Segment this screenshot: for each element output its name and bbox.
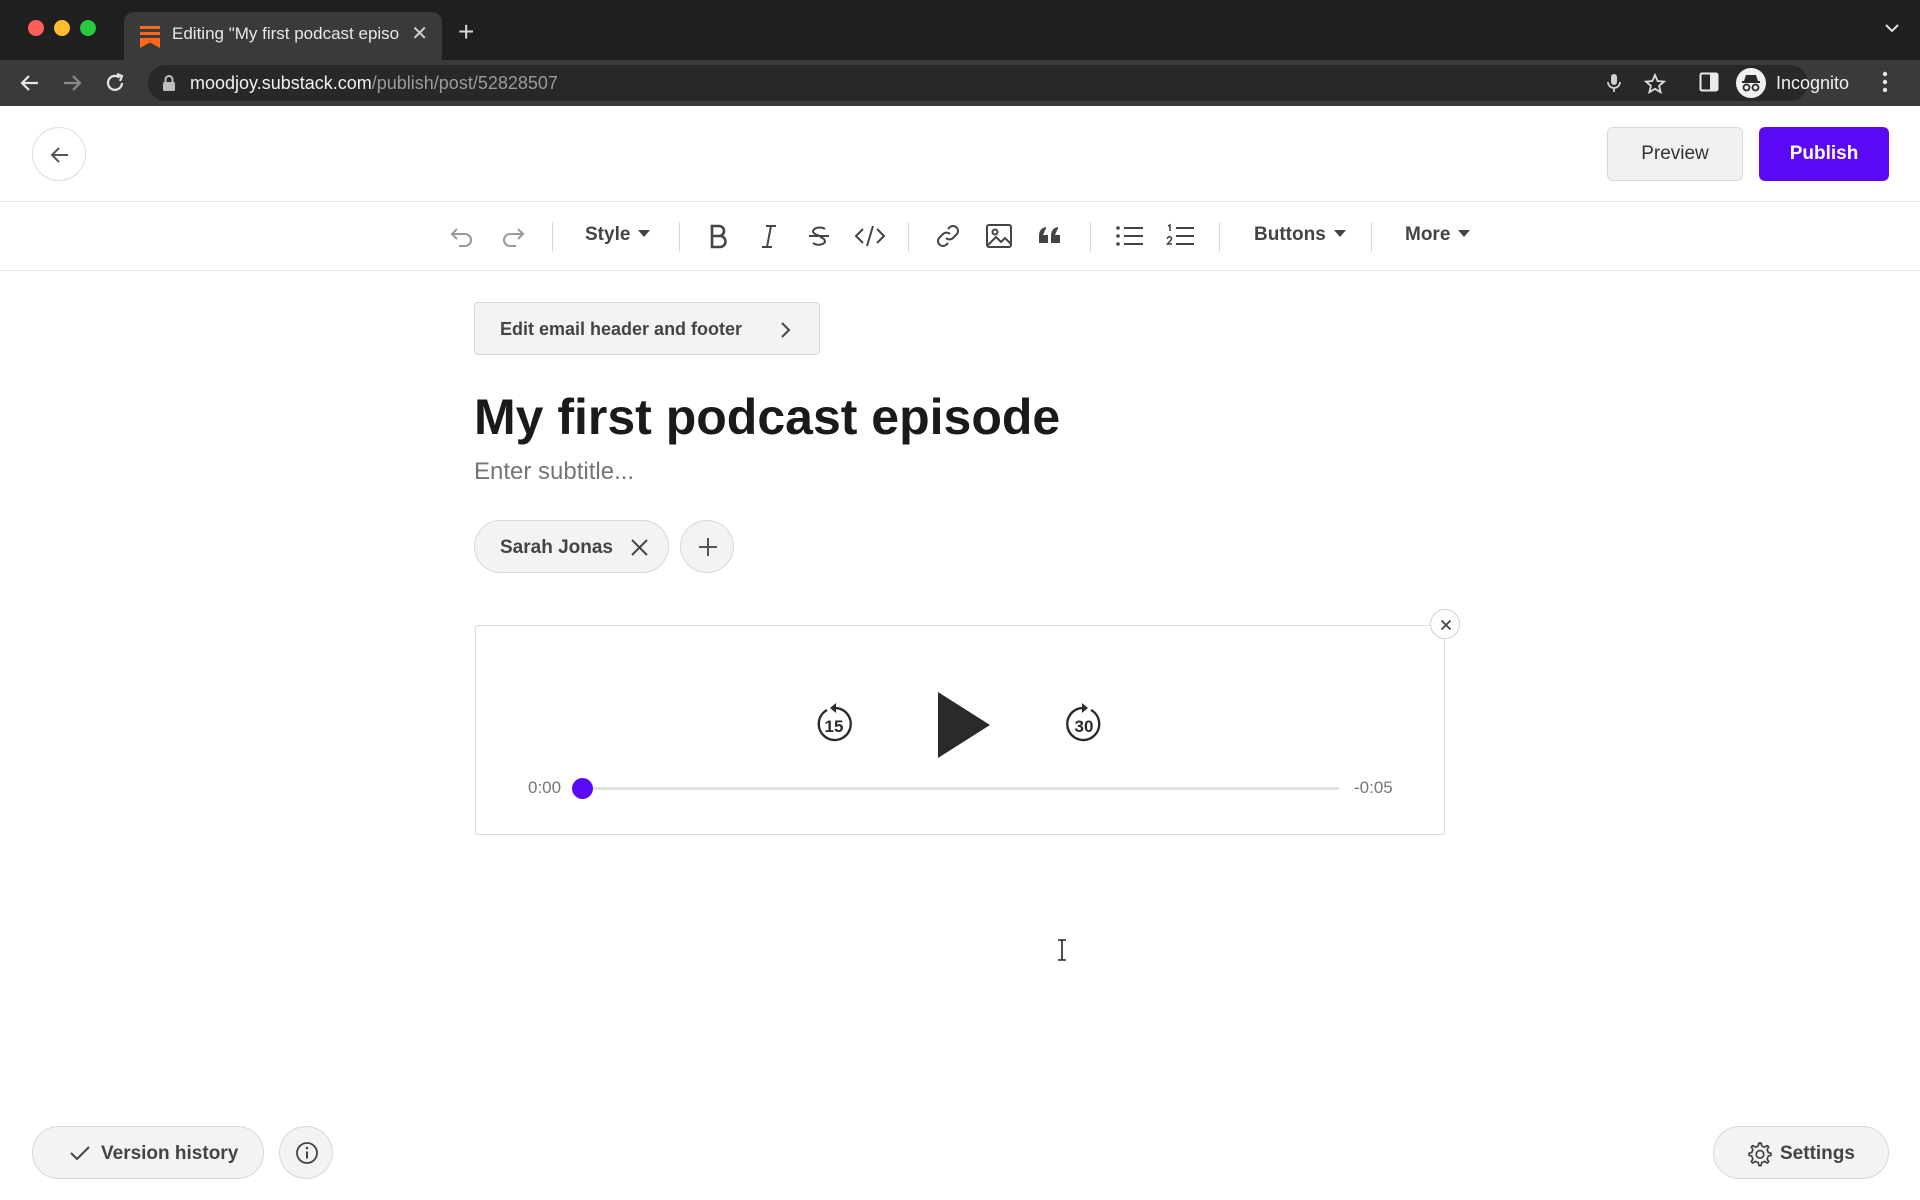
remaining-time: -0:05 [1354,778,1393,797]
back-button[interactable] [32,127,86,181]
substack-favicon-icon [140,26,160,48]
bulleted-list-icon [1116,226,1143,246]
tab-search-chevron-icon[interactable] [1884,22,1900,34]
back-arrow-icon[interactable] [18,71,42,95]
progress-track[interactable] [582,787,1339,790]
info-button[interactable] [279,1126,333,1179]
style-dropdown-label: Style [585,224,631,245]
text-cursor-icon [1058,939,1066,961]
add-author-button[interactable] [680,520,734,573]
undo-button[interactable] [448,222,476,250]
version-history-label: Version history [101,1143,239,1164]
italic-button[interactable] [755,222,783,250]
gear-icon [1748,1142,1772,1167]
image-button[interactable] [985,222,1013,250]
close-icon [1440,619,1452,631]
bookmark-star-icon[interactable] [1644,73,1666,95]
caret-down-icon [1333,230,1346,237]
numbered-list-button[interactable] [1166,222,1196,250]
forward-arrow-icon[interactable] [60,71,84,95]
redo-icon [503,228,525,247]
more-dropdown-label: More [1405,224,1451,245]
incognito-icon [1736,68,1766,98]
blockquote-button[interactable] [1036,222,1064,250]
code-button[interactable] [854,222,886,250]
info-icon [296,1142,318,1164]
minimize-window-button[interactable] [54,20,70,36]
preview-button[interactable]: Preview [1607,127,1743,181]
settings-button[interactable]: Settings [1713,1126,1889,1179]
lock-icon[interactable] [162,74,176,92]
redo-button[interactable] [499,222,527,250]
numbered-list-icon [1166,223,1194,245]
edit-email-header-footer-button[interactable]: Edit email header and footer [474,302,820,355]
buttons-dropdown[interactable]: Buttons [1254,224,1346,246]
author-chip[interactable]: Sarah Jonas [474,520,669,573]
current-time: 0:00 [528,778,562,797]
plus-icon [699,538,717,556]
toolbar-separator [552,222,553,252]
toolbar-divider [0,270,1920,271]
link-button[interactable] [934,222,962,250]
browser-menu-icon[interactable] [1882,70,1888,94]
header-divider [0,201,1920,202]
caret-down-icon [1458,230,1471,237]
close-window-button[interactable] [28,20,44,36]
publish-button[interactable]: Publish [1759,127,1889,181]
toolbar-separator [1090,222,1091,252]
side-panel-icon[interactable] [1699,72,1719,92]
link-icon [937,225,959,247]
more-dropdown[interactable]: More [1405,224,1471,246]
bold-icon [710,224,727,249]
strikethrough-button[interactable] [805,222,833,250]
url-field[interactable]: moodjoy.substack.com/publish/post/528285… [148,65,1808,101]
maximize-window-button[interactable] [80,20,96,36]
remove-audio-button[interactable] [1430,609,1460,639]
reload-icon[interactable] [103,71,127,95]
toolbar-separator [1219,222,1220,252]
url-host: moodjoy.substack.com [190,73,372,93]
image-icon [986,224,1012,248]
version-history-button[interactable]: Version history [32,1126,264,1179]
skip-forward-seconds: 30 [1075,717,1094,736]
toolbar-separator [908,222,909,252]
italic-icon [762,225,776,248]
quote-icon [1039,227,1060,243]
browser-address-bar: moodjoy.substack.com/publish/post/528285… [0,60,1920,106]
browser-tab[interactable]: Editing "My first podcast episo ✕ [124,12,442,60]
skip-forward-30-icon[interactable]: 30 [1063,702,1105,748]
play-icon[interactable] [934,690,994,760]
url-path: /publish/post/52828507 [371,73,558,93]
tab-close-icon[interactable]: ✕ [411,24,428,44]
style-dropdown[interactable]: Style [585,224,651,246]
toolbar-separator [1371,222,1372,252]
undo-icon [450,228,472,247]
bold-button[interactable] [704,222,732,250]
arrow-left-icon [50,147,68,163]
post-title[interactable]: My first podcast episode [474,388,1060,446]
skip-back-seconds: 15 [825,717,844,736]
progress-knob[interactable] [571,778,593,799]
new-tab-icon[interactable]: + [458,18,474,46]
strikethrough-icon [809,226,829,246]
remove-author-icon[interactable] [630,538,649,557]
chevron-right-icon [781,322,791,338]
author-name: Sarah Jonas [500,537,613,558]
skip-back-15-icon[interactable]: 15 [813,702,855,748]
settings-label: Settings [1780,1143,1855,1164]
subtitle-input[interactable] [474,458,1174,486]
edit-email-header-footer-label: Edit email header and footer [500,319,743,339]
caret-down-icon [638,230,651,237]
tab-title: Editing "My first podcast episo [172,24,400,43]
buttons-dropdown-label: Buttons [1254,224,1326,245]
microphone-icon[interactable] [1606,73,1622,93]
code-icon [854,225,886,247]
browser-tab-bar: Editing "My first podcast episo ✕ + [0,0,1920,60]
toolbar-separator [679,222,680,252]
incognito-label: Incognito [1776,73,1850,93]
checkmark-icon [70,1146,90,1161]
bulleted-list-button[interactable] [1115,222,1145,250]
